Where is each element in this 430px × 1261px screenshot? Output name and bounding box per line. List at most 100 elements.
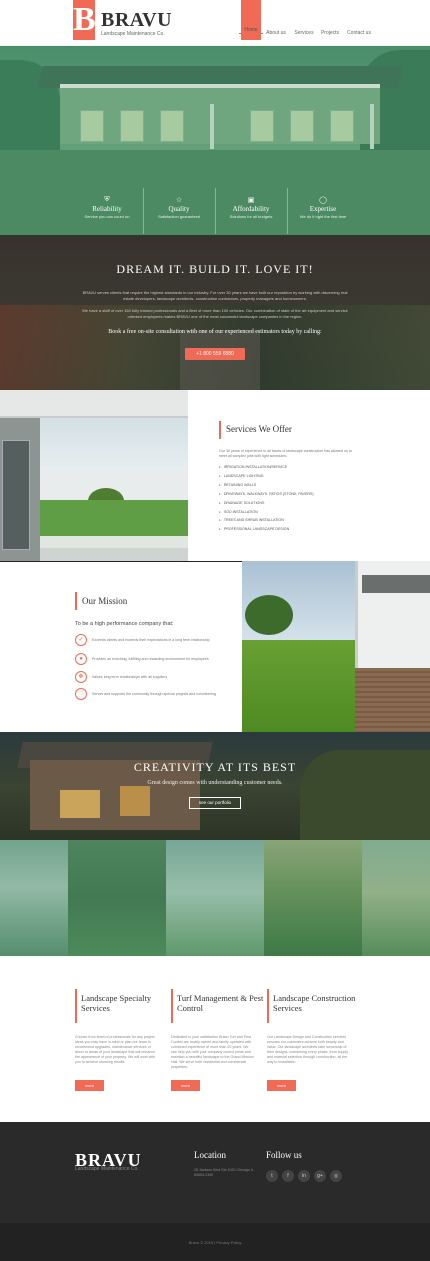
services-image-hedge bbox=[40, 536, 188, 548]
hero-window bbox=[290, 110, 314, 142]
feature-expertise: ◯ Expertise We do it right the first tim… bbox=[287, 196, 359, 228]
feature-sub: Service you can count on bbox=[84, 214, 130, 219]
google-plus-icon[interactable]: g+ bbox=[314, 1170, 326, 1182]
column-title: Landscape Construction Services bbox=[273, 993, 356, 1013]
gallery-image[interactable] bbox=[166, 840, 264, 956]
mission-lead: To be a high performance company that: bbox=[75, 621, 174, 627]
footer-logo-tagline: Landscape Maintenance Co. bbox=[75, 1166, 139, 1172]
services-image-lawn bbox=[40, 500, 188, 540]
more-button[interactable]: more bbox=[171, 1080, 200, 1091]
feature-sub: We do it right the first time bbox=[299, 214, 347, 219]
gallery-image[interactable] bbox=[68, 840, 166, 956]
people-icon: ● bbox=[75, 653, 87, 665]
chart-icon: ▣ bbox=[247, 197, 255, 204]
dribbble-icon[interactable]: ◎ bbox=[330, 1170, 342, 1182]
nav-active-marker bbox=[241, 0, 261, 40]
hero-window bbox=[250, 110, 274, 142]
more-button[interactable]: more bbox=[75, 1080, 104, 1091]
column-accent-bar bbox=[171, 989, 173, 1023]
hero-window bbox=[120, 110, 144, 142]
mission-accent-bar bbox=[75, 592, 77, 610]
footer-address: 28 Jackson Blvd Ste 1020 Chicago IL 6060… bbox=[194, 1168, 254, 1177]
phone-button[interactable]: +1 800 559 6580 bbox=[185, 348, 245, 360]
service-item[interactable]: TREES AND SHRUB INSTALLATION bbox=[219, 518, 379, 523]
nav-about[interactable]: About us bbox=[266, 27, 286, 46]
nav-contact[interactable]: Contact us bbox=[347, 27, 371, 46]
dream-paragraph: BRAVU serves clients that require the hi… bbox=[82, 290, 348, 301]
column-text: Our Landscape Design and Construction se… bbox=[267, 1035, 349, 1064]
twitter-icon[interactable]: t bbox=[266, 1170, 278, 1182]
portfolio-button[interactable]: see our portfolio bbox=[189, 797, 241, 809]
logo-name[interactable]: BRAVU bbox=[101, 9, 172, 32]
dream-path bbox=[180, 330, 260, 390]
gallery-image[interactable] bbox=[362, 840, 430, 956]
feature-title: Reliability bbox=[92, 205, 122, 213]
service-item[interactable]: RETAINING WALLS bbox=[219, 483, 379, 488]
copyright[interactable]: Bravu © 2015 | Privacy Policy bbox=[0, 1240, 430, 1245]
creativity-window bbox=[120, 786, 150, 816]
dream-paragraph: We have a staff of over 160 fully traine… bbox=[82, 308, 348, 319]
nav-projects[interactable]: Projects bbox=[320, 27, 340, 46]
column-text: Dedicated to your satisfaction Bravu Tur… bbox=[171, 1035, 254, 1069]
mission-image-lawn bbox=[242, 640, 372, 732]
feature-sub: Solutions for all budgets bbox=[229, 214, 273, 219]
hero-pillar bbox=[370, 104, 374, 149]
column-title: Landscape Specialty Services bbox=[81, 993, 152, 1013]
feature-reliability: ⛨ Reliability Service you can count on bbox=[71, 196, 143, 228]
service-item[interactable]: DRAINAGE SOLUTIONS bbox=[219, 501, 379, 506]
service-item[interactable]: PROFESSIONAL LANDSCAPE DESIGN bbox=[219, 527, 379, 532]
footer-location-title: Location bbox=[194, 1150, 226, 1160]
logo-tagline: Landscape Maintenance Co. bbox=[101, 31, 165, 37]
services-accent-bar bbox=[219, 421, 221, 439]
column-accent-bar bbox=[75, 989, 77, 1023]
creativity-window bbox=[60, 790, 100, 818]
hero-pillar bbox=[210, 104, 214, 149]
service-item[interactable]: LANDSCAPE LIGHTING bbox=[219, 474, 379, 479]
hero-window bbox=[160, 110, 184, 142]
star-icon: ☆ bbox=[175, 197, 183, 204]
handshake-icon: ❖ bbox=[75, 671, 87, 683]
mission-title: Our Mission bbox=[82, 596, 128, 606]
shield-icon: ⛨ bbox=[104, 196, 110, 203]
feature-title: Quality bbox=[168, 205, 190, 213]
linkedin-icon[interactable]: in bbox=[298, 1170, 310, 1182]
services-intro: Our 30 years of experience in all facets… bbox=[219, 449, 352, 458]
column-text: Choose from team of professionals for an… bbox=[75, 1035, 156, 1064]
heart-icon: ♡ bbox=[75, 688, 87, 700]
feature-sub: Satisfaction guaranteed bbox=[157, 214, 201, 219]
feature-quality: ☆ Quality Satisfaction guaranteed bbox=[143, 196, 215, 228]
creativity-title: CREATIVITY AT ITS BEST bbox=[133, 760, 297, 774]
service-item[interactable]: DRIVEWAYS, WALKWAYS, PATIOS (STONE, PAVE… bbox=[219, 492, 379, 497]
gallery-image[interactable] bbox=[264, 840, 362, 956]
check-icon: ✓ bbox=[75, 634, 87, 646]
dream-title: DREAM IT. BUILD IT. LOVE IT! bbox=[116, 262, 314, 276]
mission-item: Exceeds clients and exceeds their expect… bbox=[92, 638, 210, 642]
more-button[interactable]: more bbox=[267, 1080, 296, 1091]
feature-title: Affordability bbox=[232, 205, 270, 213]
mission-item: Provides an enriching, fulfilling and re… bbox=[92, 657, 209, 661]
footer-follow-title: Follow us bbox=[266, 1150, 302, 1160]
services-image-glass bbox=[2, 440, 30, 550]
mission-item: Values long term relationships with all … bbox=[92, 675, 168, 679]
services-image-slab bbox=[40, 548, 188, 561]
facebook-icon[interactable]: f bbox=[282, 1170, 294, 1182]
service-item[interactable]: SOD INSTALLATION bbox=[219, 510, 379, 515]
service-item[interactable]: IRRIGATION INSTALLATION/SERVICE bbox=[219, 465, 379, 470]
hero-window bbox=[80, 110, 104, 142]
logo-mark[interactable]: B bbox=[73, 0, 96, 40]
column-title: Turf Management & Pest Control bbox=[177, 993, 264, 1013]
gallery-image[interactable] bbox=[0, 840, 68, 956]
nav-services[interactable]: Services bbox=[294, 27, 314, 46]
services-image-canopy bbox=[0, 390, 188, 418]
lightbulb-icon: ◯ bbox=[319, 197, 327, 204]
nav-home[interactable]: Home bbox=[239, 27, 263, 34]
mission-image-window bbox=[362, 575, 430, 593]
feature-affordability: ▣ Affordability Solutions for all budget… bbox=[215, 196, 287, 228]
creativity-subtitle: Great design comes with understanding cu… bbox=[147, 780, 283, 786]
services-title: Services We Offer bbox=[226, 424, 292, 434]
hero-window bbox=[330, 110, 354, 142]
column-accent-bar bbox=[267, 989, 269, 1023]
mission-item: Serves and supports the community throug… bbox=[92, 692, 216, 696]
dream-call-text: Book a free on-site consultation with on… bbox=[108, 329, 322, 335]
mission-image-deck bbox=[355, 668, 430, 732]
